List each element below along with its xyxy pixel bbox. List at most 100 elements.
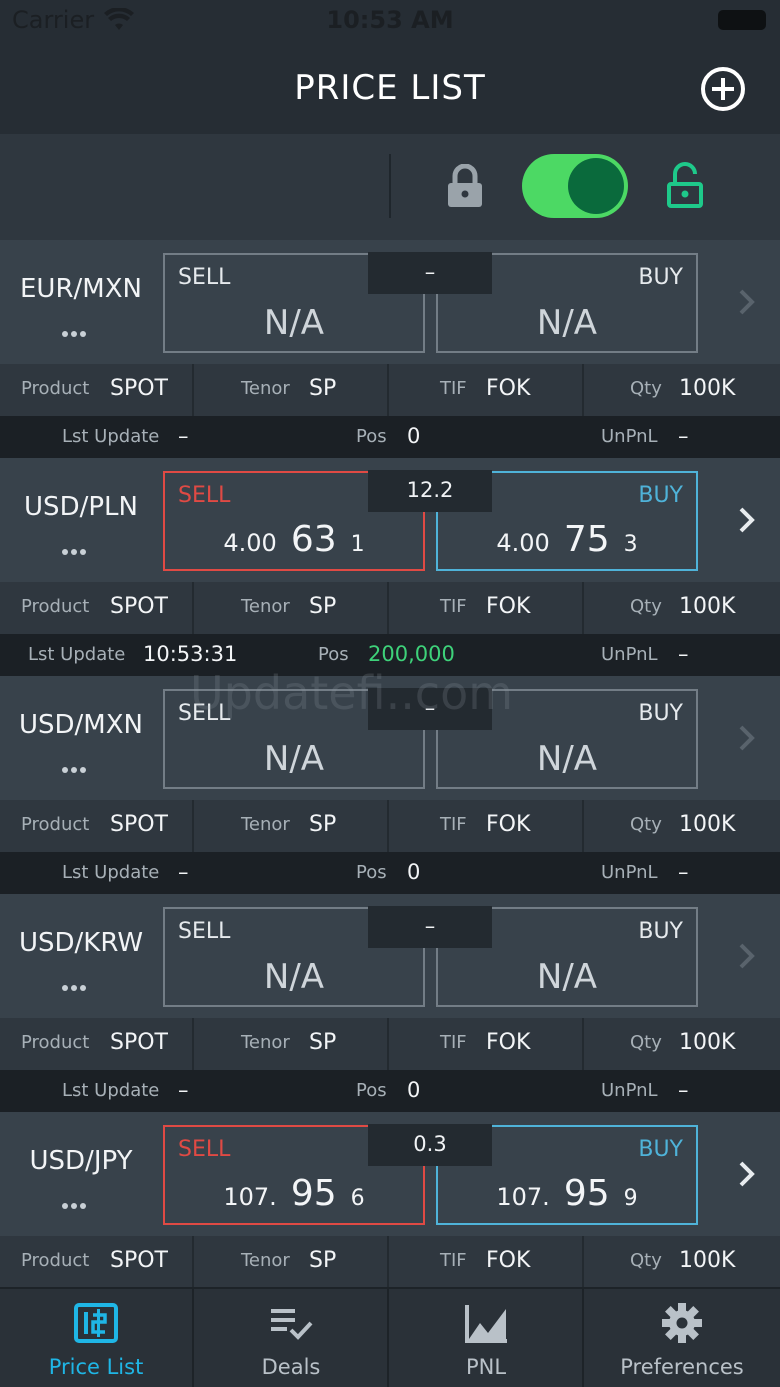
tenor-cell[interactable]: Tenor SP <box>195 1236 389 1288</box>
tif-value: FOK <box>486 594 531 619</box>
currency-quote: USD/KRW SELL N/A BUY N/A – <box>0 894 780 1018</box>
last-update-value: – <box>178 1078 189 1102</box>
spread-badge: – <box>368 906 492 948</box>
currency-row: USD/KRW SELL N/A BUY N/A – Product SPOT … <box>0 894 780 1112</box>
tenor-cell[interactable]: Tenor SP <box>195 364 389 416</box>
tif-cell[interactable]: TIF FOK <box>390 1236 584 1288</box>
tenor-cell[interactable]: Tenor SP <box>195 582 389 634</box>
chevron-right-icon[interactable] <box>732 1158 760 1190</box>
buy-price-na: N/A <box>536 957 598 997</box>
sell-label: SELL <box>178 265 231 290</box>
buy-price: 107. 95 9 <box>438 1173 696 1214</box>
unpnl-value: – <box>678 424 689 448</box>
tenor-cell[interactable]: Tenor SP <box>195 800 389 852</box>
buy-fractional: 3 <box>623 532 638 557</box>
product-cell[interactable]: Product SPOT <box>0 800 194 852</box>
qty-cell[interactable]: Qty 100K <box>585 800 779 852</box>
tenor-cell[interactable]: Tenor SP <box>195 1018 389 1070</box>
spread-badge: – <box>368 252 492 294</box>
more-options-icon[interactable] <box>62 322 90 337</box>
tif-cell[interactable]: TIF FOK <box>390 800 584 852</box>
qty-cell[interactable]: Qty 100K <box>585 582 779 634</box>
battery-icon <box>718 10 766 30</box>
unpnl-value: – <box>678 1078 689 1102</box>
unpnl-value: – <box>678 860 689 884</box>
buy-pips: 75 <box>563 519 610 560</box>
buy-big-figure: 4.00 <box>496 529 550 557</box>
currency-row: EUR/MXN SELL N/A BUY N/A – Product SPOT … <box>0 240 780 458</box>
tab-deals[interactable]: Deals <box>195 1289 389 1387</box>
more-options-icon[interactable] <box>62 976 90 991</box>
currency-quote: USD/PLN SELL 4.00 63 1 BUY 4.00 75 3 12.2 <box>0 458 780 582</box>
status-bar: Carrier 10:53 AM <box>0 0 780 44</box>
sell-pips: 63 <box>290 519 337 560</box>
clock: 10:53 AM <box>326 6 454 34</box>
add-circle-icon[interactable] <box>700 66 746 112</box>
sell-label: SELL <box>178 919 231 944</box>
last-update-value: – <box>178 860 189 884</box>
buy-price-na: N/A <box>536 739 598 779</box>
divider <box>389 154 391 218</box>
product-cell[interactable]: Product SPOT <box>0 1236 194 1288</box>
tif-cell[interactable]: TIF FOK <box>390 582 584 634</box>
sell-fractional: 6 <box>350 1186 365 1211</box>
lock-closed-icon[interactable] <box>446 164 484 208</box>
buy-label: BUY <box>638 1137 683 1162</box>
chevron-right-icon[interactable] <box>732 940 760 972</box>
buy-price-na: N/A <box>536 303 598 343</box>
position-value: 0 <box>407 424 421 448</box>
qty-cell[interactable]: Qty 100K <box>585 1018 779 1070</box>
gear-icon <box>662 1303 702 1343</box>
currency-row: USD/JPY SELL 107. 95 6 BUY 107. 95 9 0.3 Pro… <box>0 1112 780 1288</box>
pnl-chart-icon <box>465 1305 507 1343</box>
currency-quote: EUR/MXN SELL N/A BUY N/A – <box>0 240 780 364</box>
tab-label: Preferences <box>620 1355 744 1379</box>
buy-label: BUY <box>638 701 683 726</box>
buy-label: BUY <box>638 483 683 508</box>
update-row: Lst Update – Pos 0 UnPnL – <box>0 416 780 458</box>
spread-badge: 12.2 <box>368 470 492 512</box>
tab-label: PNL <box>465 1355 507 1379</box>
product-value: SPOT <box>110 1030 168 1055</box>
lock-toggle[interactable] <box>522 154 628 218</box>
qty-cell[interactable]: Qty 100K <box>585 1236 779 1288</box>
sell-price: 4.00 63 1 <box>165 519 423 560</box>
qty-value: 100K <box>679 376 736 401</box>
lock-open-icon[interactable] <box>666 160 704 208</box>
buy-label: BUY <box>638 919 683 944</box>
tenor-value: SP <box>309 812 337 837</box>
product-cell[interactable]: Product SPOT <box>0 1018 194 1070</box>
more-options-icon[interactable] <box>62 540 90 555</box>
buy-price: 4.00 75 3 <box>438 519 696 560</box>
buy-label: BUY <box>638 265 683 290</box>
more-options-icon[interactable] <box>62 1194 90 1209</box>
tab-price-list[interactable]: Price List <box>0 1289 194 1387</box>
sell-pips: 95 <box>290 1173 337 1214</box>
order-info-row: Product SPOT Tenor SP TIF FOK Qty 100K <box>0 364 780 416</box>
sell-big-figure: 107. <box>223 1183 277 1211</box>
tab-pnl[interactable]: PNL <box>390 1289 584 1387</box>
qty-value: 100K <box>679 812 736 837</box>
product-value: SPOT <box>110 594 168 619</box>
pair-name: USD/KRW <box>18 928 144 958</box>
sell-price: 107. 95 6 <box>165 1173 423 1214</box>
product-value: SPOT <box>110 1248 168 1273</box>
product-cell[interactable]: Product SPOT <box>0 582 194 634</box>
qty-cell[interactable]: Qty 100K <box>585 364 779 416</box>
last-update-value: – <box>178 424 189 448</box>
qty-value: 100K <box>679 1248 736 1273</box>
pair-name: EUR/MXN <box>20 274 142 304</box>
product-cell[interactable]: Product SPOT <box>0 364 194 416</box>
chevron-right-icon[interactable] <box>732 722 760 754</box>
spread-badge: 0.3 <box>368 1124 492 1166</box>
tif-cell[interactable]: TIF FOK <box>390 364 584 416</box>
chevron-right-icon[interactable] <box>732 504 760 536</box>
chevron-right-icon[interactable] <box>732 286 760 318</box>
currency-row: USD/PLN SELL 4.00 63 1 BUY 4.00 75 3 12.2 Pr… <box>0 458 780 676</box>
tab-preferences[interactable]: Preferences <box>585 1289 779 1387</box>
toggle-knob <box>568 158 624 214</box>
deals-icon <box>271 1309 313 1340</box>
more-options-icon[interactable] <box>62 758 90 773</box>
tenor-value: SP <box>309 376 337 401</box>
tif-cell[interactable]: TIF FOK <box>390 1018 584 1070</box>
